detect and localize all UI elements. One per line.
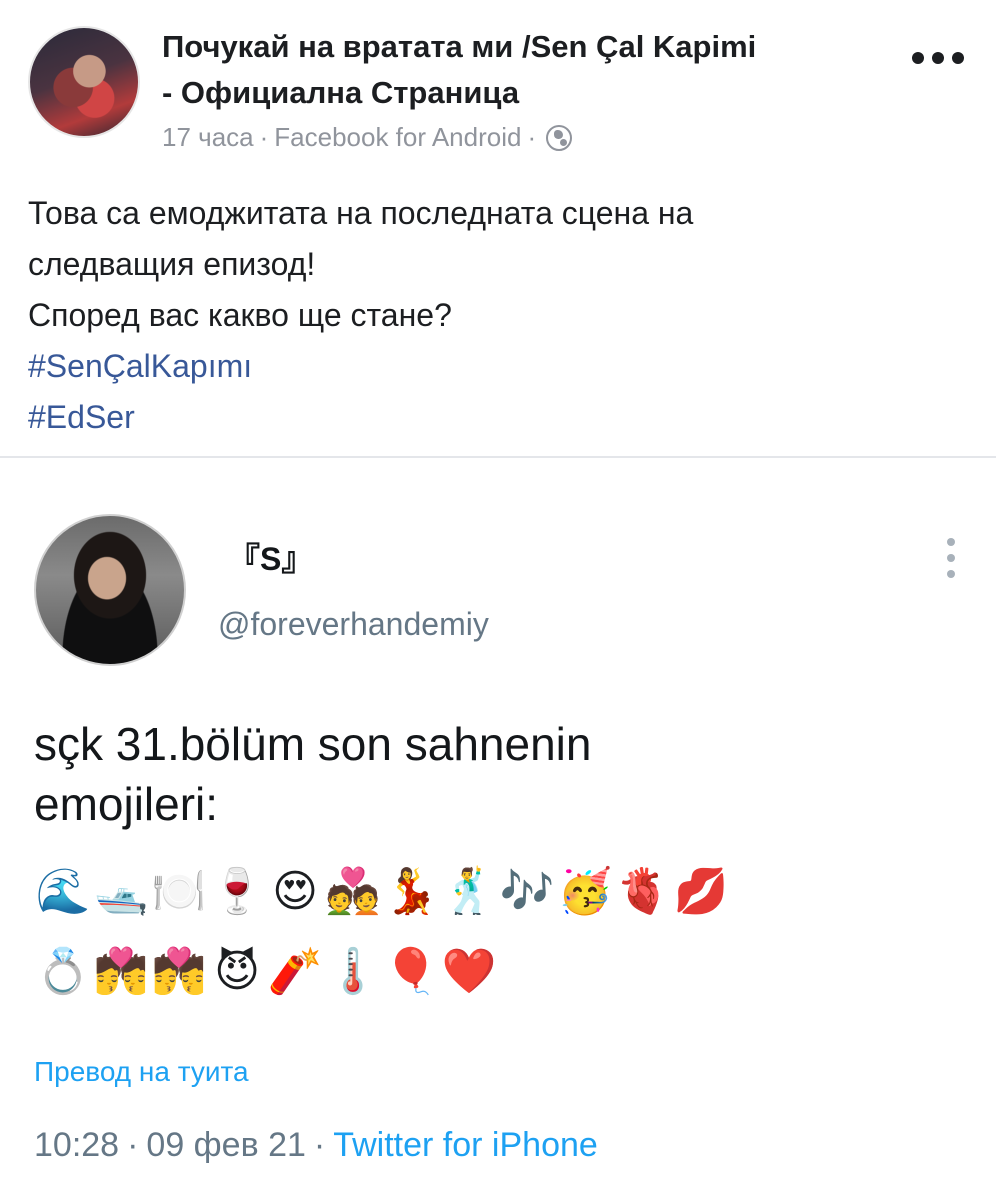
- footer-separator: ·: [313, 1126, 326, 1164]
- translate-tweet-link[interactable]: Превод на туита: [34, 1056, 249, 1088]
- devil-emoji: 😈: [214, 946, 260, 997]
- tweet-text-line: sçk 31.bölüm son sahnenin: [34, 718, 592, 770]
- globe-icon: [546, 124, 573, 151]
- tweet-footer: 10:28 · 09 фев 21 · Twitter for iPhone: [34, 1126, 598, 1165]
- balloon-emoji: 🎈: [383, 946, 439, 997]
- kiss-emoji: 💏: [93, 946, 149, 997]
- meta-separator: ·: [259, 122, 269, 152]
- post-body: Това са емоджитата на последната сцена н…: [28, 188, 948, 443]
- hashtag-link[interactable]: #EdSer: [28, 392, 948, 443]
- more-vertical-icon[interactable]: [944, 538, 958, 578]
- tweet-text: sçk 31.bölüm son sahnenin emojileri:: [34, 714, 954, 834]
- thermometer-emoji: 🌡️: [325, 946, 381, 997]
- couple-heart-emoji: 💑: [325, 866, 381, 917]
- hashtag-link[interactable]: #SenÇalKapımı: [28, 341, 948, 392]
- page-avatar[interactable]: [28, 26, 140, 138]
- kiss-mark-emoji: 💋: [673, 866, 729, 917]
- wave-emoji: 🌊: [35, 866, 91, 917]
- red-heart-emoji: ❤️: [441, 946, 497, 997]
- emoji-row-1: 🌊 🛥️ 🍽️ 🍷 😍 💑 💃 🕺 🎶 🥳 🫀 💋: [34, 862, 730, 922]
- anatomical-heart-emoji: 🫀: [615, 866, 671, 917]
- dancer-emoji: 💃: [383, 866, 439, 917]
- man-dancing-emoji: 🕺: [441, 866, 497, 917]
- post-time[interactable]: 17 часа: [162, 122, 254, 153]
- post-text-line: следващия епизод!: [28, 246, 316, 282]
- tweet-handle[interactable]: @foreverhandemiy: [218, 606, 489, 643]
- ring-emoji: 💍: [35, 946, 91, 997]
- boat-emoji: 🛥️: [93, 866, 149, 917]
- page-name-link[interactable]: Почукай на вратата ми /Sen Çal Kapimi - …: [162, 24, 892, 116]
- heart-eyes-emoji: 😍: [272, 866, 318, 917]
- tweet-display-name[interactable]: 『S』: [228, 534, 313, 580]
- tweet-avatar[interactable]: [34, 514, 186, 666]
- kiss-emoji: 💏: [151, 946, 207, 997]
- footer-separator: ·: [127, 1126, 139, 1164]
- tweet-source-link[interactable]: Twitter for iPhone: [333, 1126, 598, 1165]
- dot: [952, 52, 964, 64]
- page-name-line2[interactable]: - Официална Страница: [162, 70, 892, 116]
- page-name-line1[interactable]: Почукай на вратата ми /Sen Çal Kapimi: [162, 24, 892, 70]
- tweet-time: 10:28: [34, 1126, 120, 1164]
- post-meta: 17 часа · Facebook for Android ·: [162, 122, 573, 153]
- emoji-row-2: 💍 💏 💏 😈 🧨 🌡️ 🎈 ❤️: [34, 942, 498, 1002]
- dot: [947, 570, 955, 578]
- music-notes-emoji: 🎶: [499, 866, 555, 917]
- post-text-line: Това са емоджитата на последната сцена н…: [28, 195, 694, 231]
- dot: [947, 554, 955, 562]
- post-text-line: Според вас какво ще стане?: [28, 297, 452, 333]
- dot: [932, 52, 944, 64]
- tweet-date: 09 фев 21: [146, 1126, 306, 1164]
- tweet-card: 『S』 @foreverhandemiy sçk 31.bölüm son sa…: [0, 456, 996, 1204]
- dot: [947, 538, 955, 546]
- more-horizontal-icon[interactable]: [912, 48, 964, 68]
- dot: [912, 52, 924, 64]
- firecracker-emoji: 🧨: [267, 946, 323, 997]
- meta-separator: ·: [527, 122, 537, 152]
- tweet-text-line: emojileri:: [34, 778, 219, 830]
- post-header: Почукай на вратата ми /Sen Çal Kapimi - …: [0, 0, 996, 170]
- wine-glass-emoji: 🍷: [209, 866, 265, 917]
- plate-emoji: 🍽️: [151, 866, 207, 917]
- post-source: Facebook for Android: [274, 122, 522, 152]
- party-face-emoji: 🥳: [557, 866, 613, 917]
